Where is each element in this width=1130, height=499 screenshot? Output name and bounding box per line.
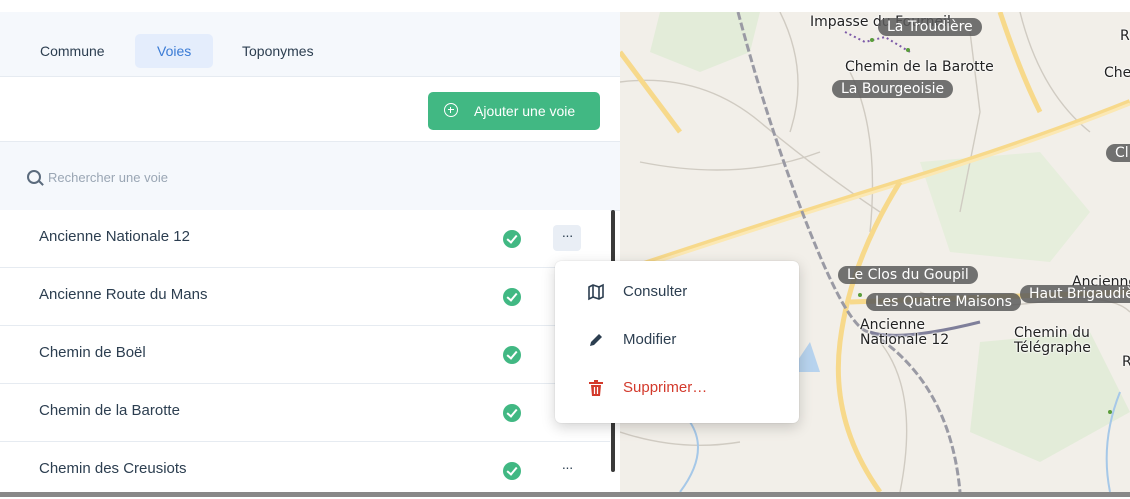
top-strip [0, 0, 620, 12]
menu-item-label: Consulter [623, 283, 688, 300]
voie-name: Chemin de Boël [39, 344, 146, 361]
tabs-bar: Commune Voies Toponymes [0, 12, 620, 77]
list-item[interactable]: Chemin des Creusiots ··· [0, 442, 610, 499]
tab-toponymes[interactable]: Toponymes [220, 34, 336, 68]
pencil-icon [590, 334, 602, 346]
map-icon [588, 283, 604, 301]
menu-item-label: Modifier [623, 331, 677, 348]
voie-name: Ancienne Nationale 12 [39, 228, 190, 245]
voie-name: Chemin des Creusiots [39, 460, 187, 477]
check-icon [503, 346, 521, 364]
more-options-button[interactable]: ··· [553, 225, 581, 251]
map-label: Chemin du Télégraphe [1014, 325, 1091, 357]
add-voie-button[interactable]: Ajouter une voie [428, 92, 600, 130]
check-icon [503, 288, 521, 306]
menu-item-label: Supprimer… [623, 379, 708, 396]
map-label: Chemin de la Barotte [845, 59, 994, 75]
search-input[interactable] [46, 162, 550, 192]
menu-item-modifier[interactable]: Modifier [555, 317, 799, 363]
voie-name: Ancienne Route du Mans [39, 286, 208, 303]
list-item[interactable]: Chemin de la Barotte [0, 384, 610, 442]
trash-icon [589, 380, 603, 396]
tab-voies[interactable]: Voies [135, 34, 214, 68]
map-label: La Troudière [878, 18, 982, 36]
map-label: La Bourgeoisie [832, 80, 954, 98]
voies-list: Ancienne Nationale 12 ··· Ancienne Route… [0, 210, 610, 499]
check-icon [503, 404, 521, 422]
check-icon [503, 462, 521, 480]
search-bar [0, 142, 620, 211]
map-label: R [1122, 354, 1130, 370]
search-icon [27, 170, 41, 184]
menu-item-consulter[interactable]: Consulter [555, 269, 799, 315]
voie-actions-menu: Consulter Modifier Supprimer… [555, 261, 799, 423]
bottom-bar [0, 492, 1130, 497]
map-label: Che [1104, 65, 1130, 81]
map-label: Les Quatre Maisons [866, 293, 1021, 311]
map-label: Cl [1106, 144, 1130, 162]
voies-panel: Commune Voies Toponymes Ajouter une voie… [0, 0, 620, 499]
plus-circle-icon [444, 103, 458, 117]
add-area: Ajouter une voie [0, 77, 620, 142]
list-item[interactable]: Ancienne Nationale 12 ··· [0, 210, 610, 268]
check-icon [503, 230, 521, 248]
add-voie-label: Ajouter une voie [474, 103, 576, 119]
map-label: R [1120, 28, 1130, 44]
menu-item-supprimer[interactable]: Supprimer… [555, 365, 799, 411]
map-label: Haut Brigaudière [1020, 285, 1130, 303]
list-item[interactable]: Chemin de Boël [0, 326, 610, 384]
list-item[interactable]: Ancienne Route du Mans [0, 268, 610, 326]
tab-commune[interactable]: Commune [18, 34, 127, 68]
map-label: Le Clos du Goupil [838, 266, 978, 284]
map-label: Ancienne Nationale 12 [860, 317, 950, 349]
more-options-button[interactable]: ··· [553, 457, 581, 483]
voie-name: Chemin de la Barotte [39, 402, 180, 419]
